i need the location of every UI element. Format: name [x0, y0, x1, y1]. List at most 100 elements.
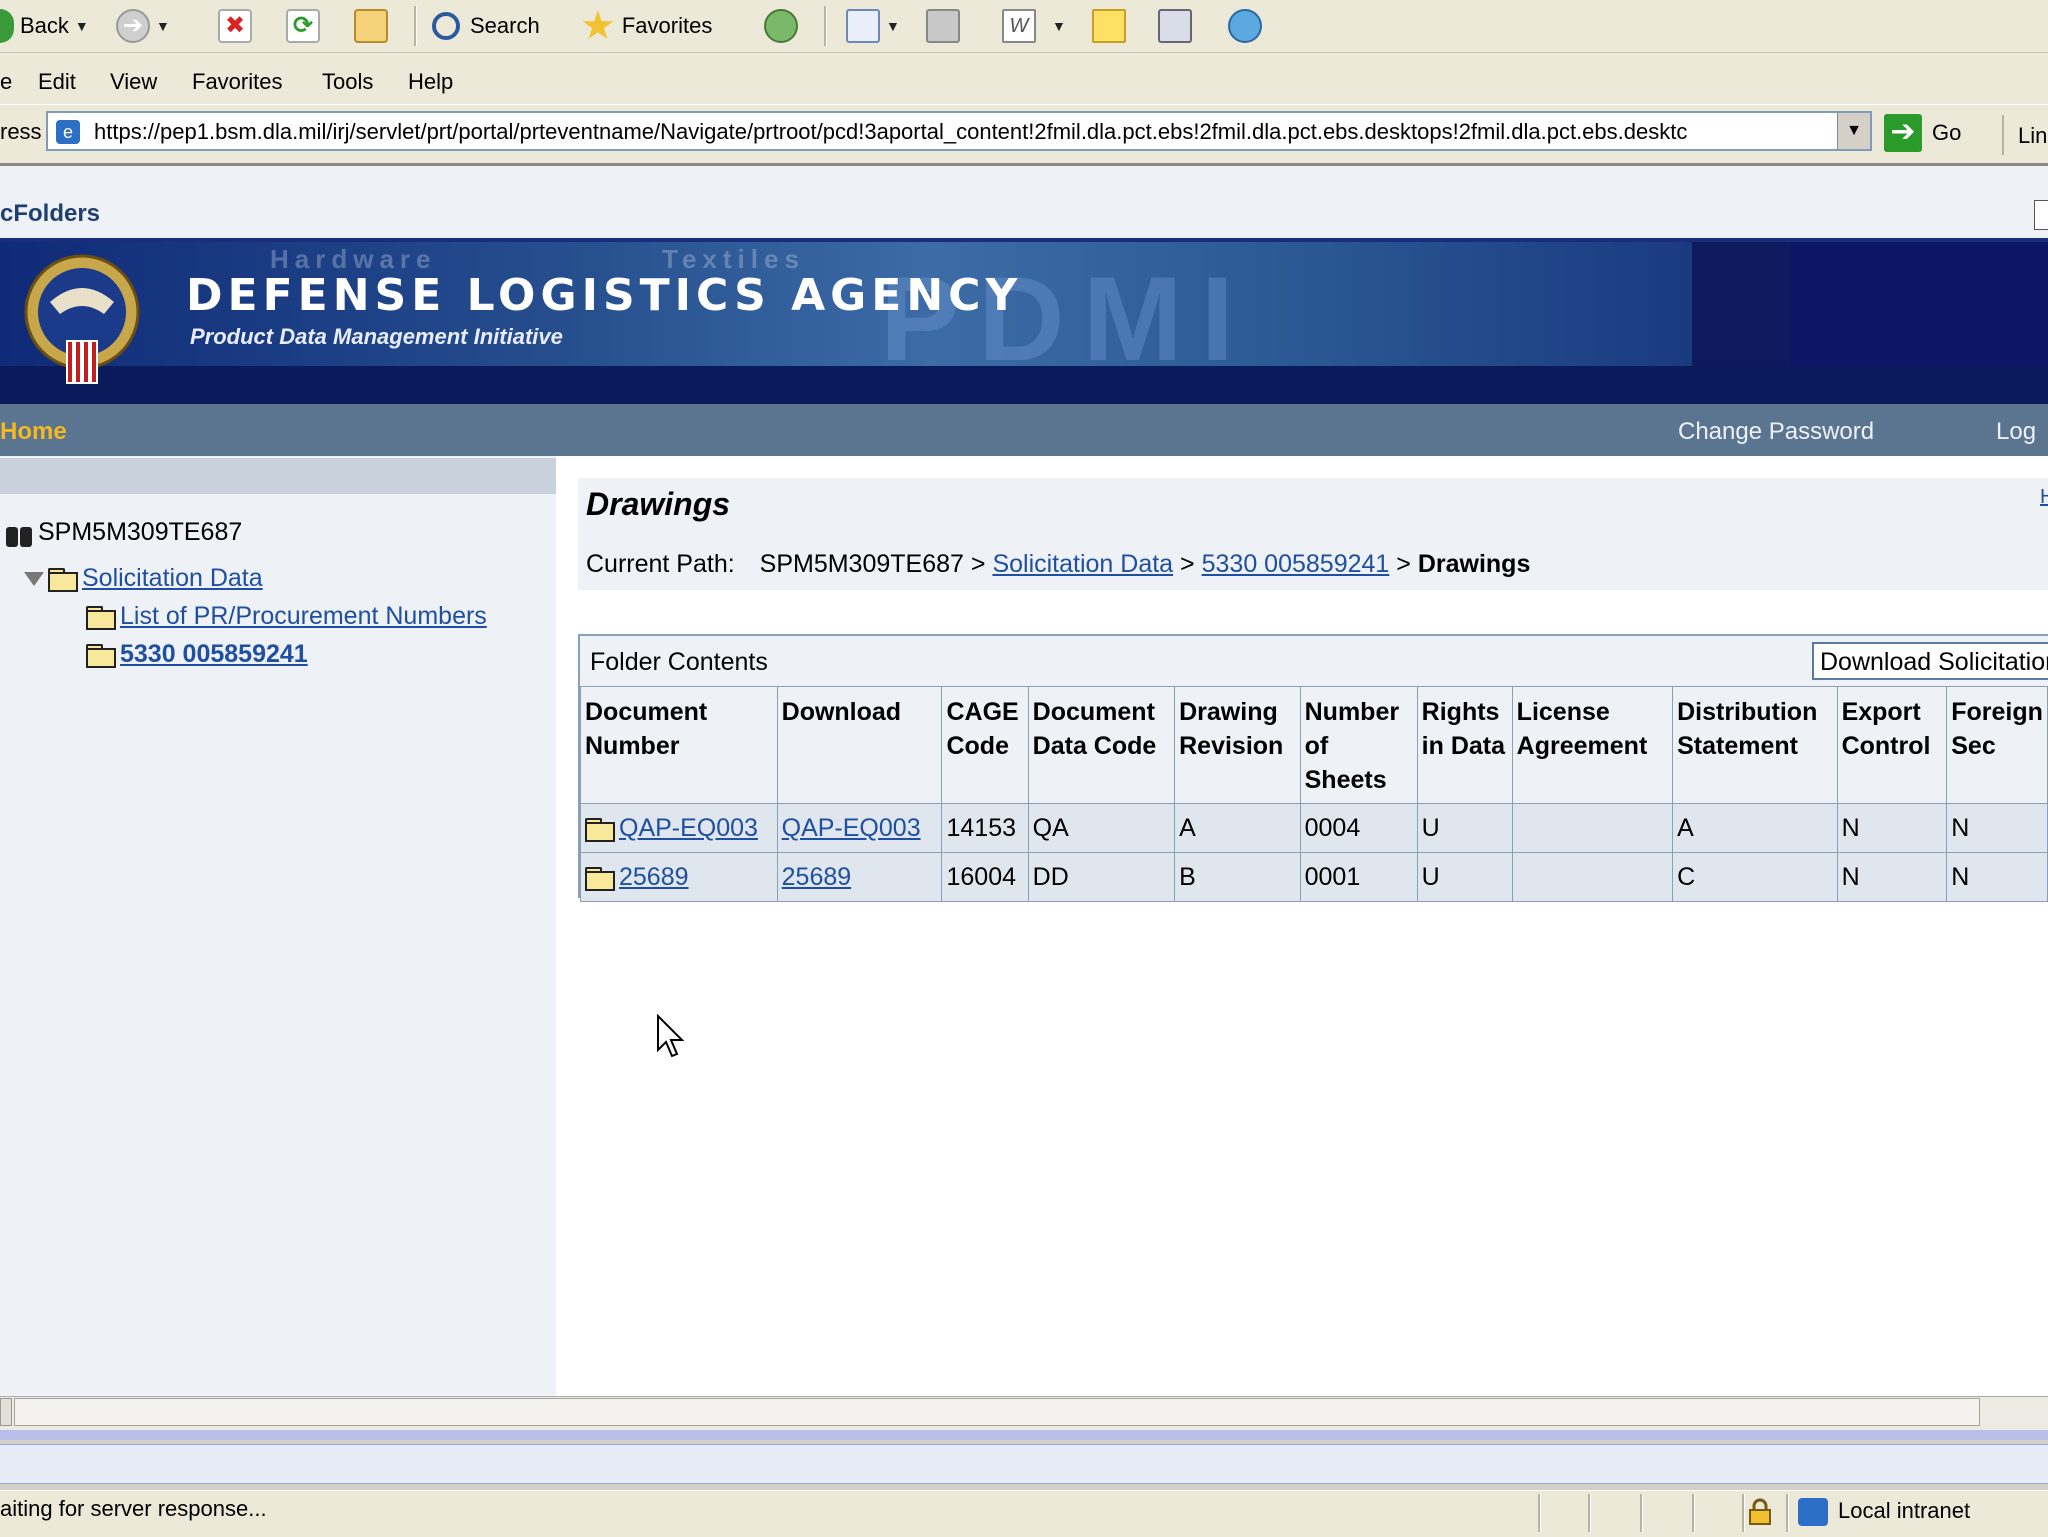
portal-menu-icon[interactable] — [2034, 200, 2048, 230]
dla-seal-logo — [24, 254, 140, 384]
go-button[interactable]: ➔ Go — [1884, 113, 1961, 153]
tree-item-label[interactable]: 5330 005859241 — [120, 640, 308, 669]
status-separator — [1742, 1494, 1745, 1532]
status-separator — [1538, 1494, 1541, 1532]
download-solicitation-button[interactable]: Download Solicitation — [1812, 642, 2048, 680]
address-url[interactable]: https://pep1.bsm.dla.mil/irj/servlet/prt… — [94, 119, 1687, 145]
status-separator — [1640, 1494, 1643, 1532]
scroll-left-arrow[interactable] — [0, 1398, 12, 1426]
back-dropdown-icon[interactable]: ▼ — [75, 18, 89, 34]
table-cell: 0001 — [1299, 852, 1418, 902]
portal-title-strip — [0, 166, 2048, 238]
folder-icon[interactable] — [585, 817, 615, 842]
table-cell — [1511, 852, 1674, 902]
menu-tools[interactable]: Tools — [322, 69, 373, 95]
breadcrumb-separator: > — [1180, 550, 1195, 578]
scrollbar-thumb[interactable] — [14, 1398, 1980, 1426]
tree-root[interactable]: SPM5M309TE687 — [4, 518, 242, 547]
favorites-button[interactable]: ★ Favorites — [580, 4, 712, 48]
status-text: aiting for server response... — [0, 1496, 267, 1521]
help-link[interactable]: H — [2040, 486, 2048, 509]
lock-icon[interactable] — [1748, 1498, 1772, 1526]
tree-item-label[interactable]: Solicitation Data — [82, 564, 263, 593]
folder-tree-header — [0, 458, 556, 494]
document-link[interactable]: 25689 — [619, 863, 689, 891]
column-header[interactable]: Foreign Sec — [1946, 686, 2048, 804]
breadcrumb: Current Path: SPM5M309TE687 > Solicitati… — [586, 550, 1530, 579]
column-header[interactable]: Document Data Code — [1027, 686, 1176, 804]
address-input[interactable]: e https://pep1.bsm.dla.mil/irj/servlet/p… — [46, 111, 1872, 151]
menu-favorites[interactable]: Favorites — [192, 69, 282, 95]
folder-icon[interactable] — [585, 866, 615, 891]
menu-help[interactable]: Help — [408, 69, 453, 95]
home-button[interactable] — [354, 6, 388, 46]
initiative-subtitle: Product Data Management Initiative — [190, 324, 563, 349]
star-icon: ★ — [580, 4, 616, 48]
column-header[interactable]: Download — [776, 686, 943, 804]
forward-button[interactable]: ➔ ▼ — [116, 6, 170, 46]
intranet-zone-icon — [1798, 1498, 1828, 1526]
table-cell: 0004 — [1299, 803, 1418, 853]
menu-view[interactable]: View — [110, 69, 157, 95]
mail-icon — [846, 9, 880, 43]
mail-button[interactable]: ▼ — [846, 6, 900, 46]
menu-file[interactable]: e — [0, 69, 12, 95]
address-bar: ress e https://pep1.bsm.dla.mil/irj/serv… — [0, 104, 2048, 166]
table-row: QAP-EQ003 QAP-EQ003 14153 QA A 0004 U A … — [580, 803, 2048, 853]
tree-item-pr-list[interactable]: List of PR/Procurement Numbers — [86, 602, 487, 631]
expand-triangle-icon[interactable] — [24, 571, 44, 586]
back-button[interactable]: Back ▼ — [0, 6, 89, 46]
column-header[interactable]: License Agreement — [1511, 686, 1674, 804]
refresh-button[interactable]: ⟳ — [286, 6, 320, 46]
column-header[interactable]: Document Number — [580, 686, 778, 804]
forward-dropdown-icon[interactable]: ▼ — [156, 18, 170, 34]
nav-home[interactable]: Home — [0, 418, 67, 446]
table-cell: U — [1416, 803, 1513, 853]
history-icon — [764, 9, 798, 43]
edit-word-button[interactable]: W ▼ — [1002, 6, 1066, 46]
mail-dropdown-icon[interactable]: ▼ — [886, 18, 900, 34]
column-header[interactable]: Rights in Data — [1416, 686, 1513, 804]
search-button[interactable]: Search — [432, 6, 540, 46]
document-number-cell: QAP-EQ003 — [580, 803, 778, 853]
tree-item-label[interactable]: List of PR/Procurement Numbers — [120, 602, 487, 631]
stop-icon: ✖ — [218, 9, 252, 43]
tree-item-current[interactable]: 5330 005859241 — [86, 640, 308, 669]
print-button[interactable] — [926, 6, 960, 46]
menu-bar: e Edit View Favorites Tools Help — [0, 53, 2048, 111]
stop-button[interactable]: ✖ — [218, 6, 252, 46]
download-cell: 25689 — [776, 852, 943, 902]
table-cell: 16004 — [941, 852, 1029, 902]
binoculars-icon — [4, 519, 36, 547]
download-link[interactable]: 25689 — [782, 863, 852, 891]
status-separator — [1692, 1494, 1695, 1532]
research-button[interactable] — [1158, 6, 1192, 46]
menu-edit[interactable]: Edit — [38, 69, 76, 95]
document-link[interactable]: QAP-EQ003 — [619, 814, 758, 842]
breadcrumb-separator: > — [970, 550, 986, 578]
breadcrumb-label: Current Path: — [586, 550, 735, 578]
edit-dropdown-icon[interactable]: ▼ — [1052, 18, 1066, 34]
breadcrumb-link-nsn[interactable]: 5330 005859241 — [1202, 550, 1390, 578]
tree-item-solicitation-data[interactable]: Solicitation Data — [24, 564, 263, 593]
history-button[interactable] — [764, 6, 798, 46]
messenger-button[interactable] — [1228, 6, 1262, 46]
back-arrow-icon — [0, 9, 14, 43]
toolbar-separator — [414, 6, 417, 46]
main-content — [558, 456, 2048, 1396]
mouse-cursor-icon — [657, 1014, 684, 1058]
folder-icon — [86, 605, 116, 630]
column-header[interactable]: CAGE Code — [941, 686, 1029, 804]
links-button[interactable]: Lin — [2018, 123, 2047, 149]
column-header[interactable]: Export Control — [1836, 686, 1948, 804]
breadcrumb-link-solicitation[interactable]: Solicitation Data — [992, 550, 1173, 578]
column-header[interactable]: Distribution Statement — [1672, 686, 1838, 804]
table-cell: N — [1946, 803, 2048, 853]
nav-change-password[interactable]: Change Password — [1678, 418, 1874, 446]
column-header[interactable]: Number of Sheets — [1299, 686, 1418, 804]
discuss-button[interactable] — [1092, 6, 1126, 46]
column-header[interactable]: Drawing Revision — [1174, 686, 1301, 804]
nav-logoff[interactable]: Log — [1996, 418, 2036, 446]
download-link[interactable]: QAP-EQ003 — [782, 814, 921, 842]
address-dropdown-icon[interactable]: ▼ — [1837, 113, 1870, 149]
